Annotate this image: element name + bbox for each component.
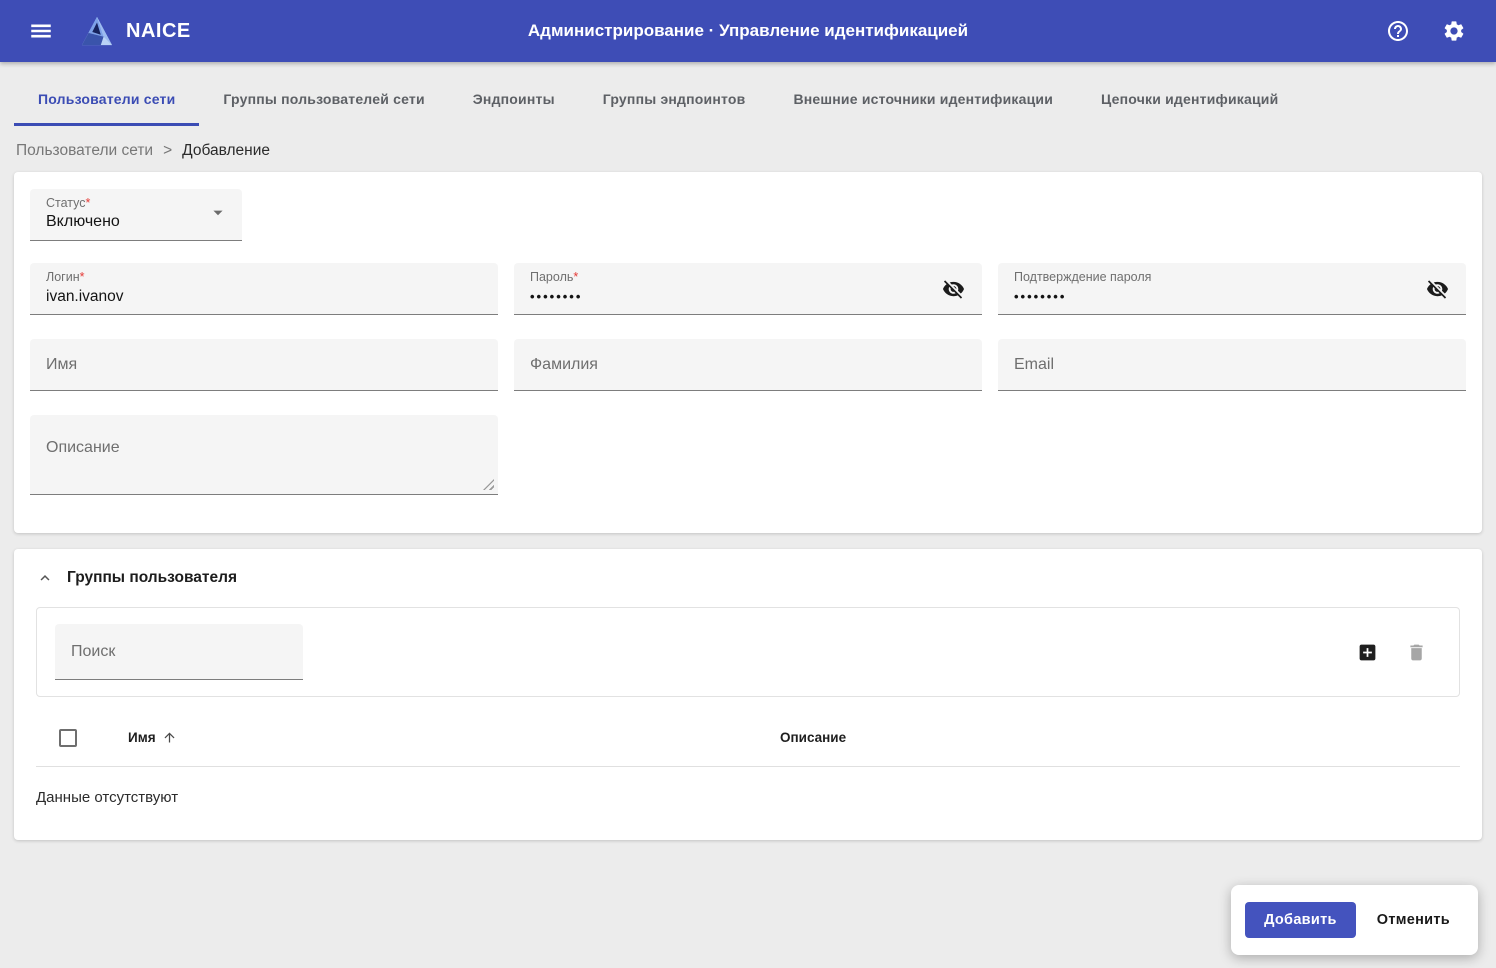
groups-toolbar: Поиск (36, 607, 1460, 697)
dropdown-arrow-icon[interactable] (207, 201, 229, 228)
section-tabs: Пользователи сети Группы пользователей с… (0, 74, 1496, 126)
sort-ascending-arrow-icon[interactable] (162, 730, 177, 745)
settings-gear-icon[interactable] (1438, 15, 1470, 47)
form-actions: Добавить Отменить (1231, 885, 1478, 955)
status-select[interactable]: Статус* Включено (30, 189, 242, 241)
breadcrumb-parent[interactable]: Пользователи сети (16, 142, 153, 160)
login-field[interactable]: Логин* ivan.ivanov (30, 263, 498, 315)
cancel-button[interactable]: Отменить (1363, 902, 1464, 938)
password-confirm-label: Подтверждение пароля (1014, 270, 1151, 284)
breadcrumb-current: Добавление (182, 142, 270, 160)
email-label: Email (1014, 356, 1054, 374)
last-name-field[interactable]: Фамилия (514, 339, 982, 391)
add-group-icon[interactable] (1357, 642, 1378, 663)
required-asterisk: * (86, 196, 91, 210)
login-label: Логин (46, 270, 80, 284)
password-value: •••••••• (530, 289, 582, 304)
delete-group-icon[interactable] (1406, 642, 1427, 663)
description-field[interactable]: Описание (30, 415, 498, 495)
user-form-card: Статус* Включено Логин* ivan.ivanov Паро… (14, 172, 1482, 533)
status-label: Статус (46, 196, 86, 210)
page-title: Администрирование · Управление идентифик… (528, 21, 968, 41)
password-confirm-field[interactable]: Подтверждение пароля •••••••• (998, 263, 1466, 315)
collapse-chevron-icon[interactable] (36, 569, 54, 587)
table-empty-message: Данные отсутствуют (36, 789, 1460, 806)
required-asterisk: * (573, 270, 578, 284)
last-name-label: Фамилия (530, 356, 598, 374)
password-confirm-value: •••••••• (1014, 289, 1066, 304)
tab-endpoints[interactable]: Эндпоинты (449, 74, 579, 126)
email-field[interactable]: Email (998, 339, 1466, 391)
groups-search-input[interactable]: Поиск (55, 624, 303, 680)
tab-external-identity-sources[interactable]: Внешние источники идентификации (769, 74, 1077, 126)
password-field[interactable]: Пароль* •••••••• (514, 263, 982, 315)
first-name-field[interactable]: Имя (30, 339, 498, 391)
user-groups-card: Группы пользователя Поиск Имя Описание Д… (14, 549, 1482, 840)
menu-icon[interactable] (24, 14, 58, 48)
tab-network-user-groups[interactable]: Группы пользователей сети (199, 74, 448, 126)
app-name: NAICE (126, 20, 191, 43)
first-name-label: Имя (46, 356, 77, 374)
password-confirm-visibility-off-icon[interactable] (1422, 273, 1453, 304)
search-placeholder: Поиск (71, 643, 115, 661)
tab-network-users[interactable]: Пользователи сети (14, 74, 199, 126)
password-visibility-off-icon[interactable] (938, 273, 969, 304)
column-header-name[interactable]: Имя (100, 730, 780, 745)
tab-endpoint-groups[interactable]: Группы эндпоинтов (579, 74, 770, 126)
description-label: Описание (46, 439, 120, 457)
submit-button[interactable]: Добавить (1245, 902, 1356, 938)
brand[interactable]: NAICE (80, 15, 191, 47)
status-value: Включено (46, 213, 120, 231)
tab-identity-chains[interactable]: Цепочки идентификаций (1077, 74, 1302, 126)
column-header-description[interactable]: Описание (780, 730, 1460, 745)
resize-handle[interactable] (483, 479, 494, 490)
select-all-checkbox[interactable] (59, 729, 77, 747)
app-bar: NAICE Администрирование · Управление иде… (0, 0, 1496, 62)
groups-table-header: Имя Описание (36, 709, 1460, 767)
breadcrumb-separator: > (163, 142, 172, 160)
required-asterisk: * (80, 270, 85, 284)
password-label: Пароль (530, 270, 573, 284)
groups-section-title: Группы пользователя (67, 569, 237, 587)
naice-logo-icon (80, 15, 114, 47)
help-icon[interactable] (1382, 15, 1414, 47)
breadcrumb: Пользователи сети > Добавление (16, 142, 1496, 160)
login-value: ivan.ivanov (46, 288, 124, 306)
